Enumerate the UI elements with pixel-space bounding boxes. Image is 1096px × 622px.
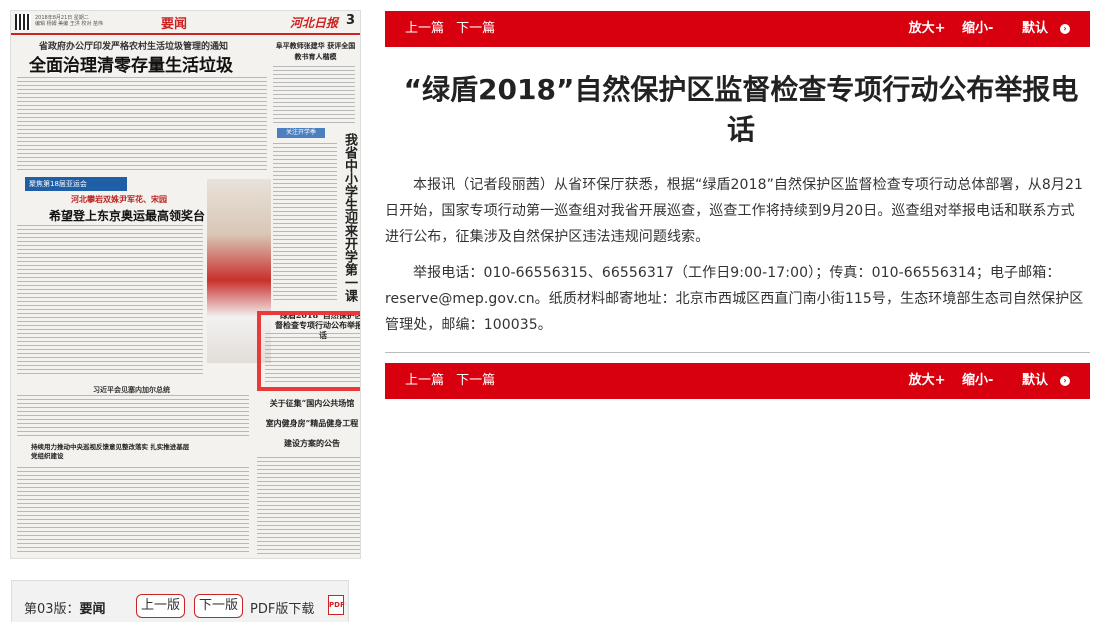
text-column-block [17,395,249,439]
text-column-block [273,143,337,303]
sport-subheadline: 河北攀岩双姝尹军花、宋园 [71,194,167,204]
pdf-download-link[interactable]: PDF版下载 [250,598,314,617]
circle-icon: › [1060,23,1070,34]
text-column-block [257,457,360,555]
zoom-out-button[interactable]: 缩小- [962,373,993,388]
zoom-out-button[interactable]: 缩小- [962,21,993,36]
masthead-meta: 2018年8月21日 星期二 编辑 杨姆 美编 王洪 校对 苗伟 [35,15,103,27]
article-title: “绿盾2018”自然保护区监督检查专项行动公布举报电话 [403,73,1079,146]
circle-icon: › [1060,375,1070,386]
notice-headline[interactable]: 关于征集“国内公共场馆 室内健身房”精品健身工程 建设方案的公告 [255,393,360,453]
sport-section-band: 聚焦第18届亚运会 [25,177,127,191]
newspaper-masthead: 2018年8月21日 星期二 编辑 杨姆 美编 王洪 校对 苗伟 要闻 河北日报… [11,11,360,35]
next-article-link[interactable]: 下一篇 [456,21,495,36]
sport-headline[interactable]: 希望登上东京奥运最高领奖台 [49,207,205,224]
side-headline[interactable]: 阜平教师张建华 获评全国教书育人楷模 [273,40,358,62]
text-column-block [17,225,203,375]
next-article-link[interactable]: 下一篇 [456,373,495,388]
zoom-in-button[interactable]: 放大+ [909,373,946,388]
section-name: 要闻 [161,17,188,32]
page-number: 3 [345,13,355,28]
zoom-in-button[interactable]: 放大+ [909,21,946,36]
vertical-headline[interactable]: 我省中小学生迎来开学第一课 [341,133,357,302]
mid-headline[interactable]: 习近平会见塞内加尔总统 [93,385,170,395]
text-column-block [17,77,267,173]
divider [385,352,1090,353]
lead-headline[interactable]: 全面治理清零存量生活垃圾 [29,51,233,76]
article-paragraph: 举报电话：010-66556315、66556317（工作日9:00-17:00… [385,265,1084,333]
article-paragraph: 本报讯（记者段丽茜）从省环保厅获悉，根据“绿盾2018”自然保护区监督检查专项行… [385,177,1083,245]
default-size-button[interactable]: 默认 › [1010,373,1070,388]
article-toolbar-top: 上一篇 下一篇 放大+ 缩小- 默认 › [385,11,1090,47]
article-toolbar-bottom: 上一篇 下一篇 放大+ 缩小- 默认 › [385,363,1090,399]
topic-tab: 关注开学季 [277,128,325,138]
qr-code-icon [15,14,31,30]
next-page-button[interactable]: 下一版 [194,594,244,618]
sub-headline[interactable]: 持续用力推动中央巡视反馈意见整改落实 扎实推进基层党组织建设 [31,443,191,461]
prev-article-link[interactable]: 上一篇 [405,21,444,36]
pdf-icon[interactable]: PDF [328,595,345,615]
current-page-label: 第03版：要闻 [24,602,106,617]
prev-page-button[interactable]: 上一版 [136,594,186,618]
newspaper-page-preview[interactable]: 2018年8月21日 星期二 编辑 杨姆 美编 王洪 校对 苗伟 要闻 河北日报… [11,11,360,558]
newspaper-logo: 河北日报 [289,16,338,30]
text-column-block [17,467,249,555]
page-navigation: 第03版：要闻 上一版 下一版 PDF版下载 PDF [11,580,349,622]
text-column-block [273,66,355,124]
selected-article-highlight[interactable] [257,311,360,391]
prev-article-link[interactable]: 上一篇 [405,373,444,388]
default-size-button[interactable]: 默认 › [1010,21,1070,36]
